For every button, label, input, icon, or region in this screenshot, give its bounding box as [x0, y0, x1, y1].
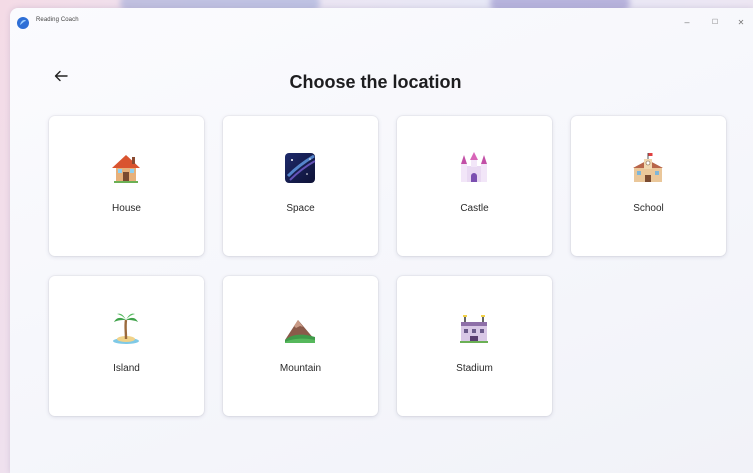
mountain-icon	[285, 320, 315, 343]
title-bar: Reading Coach – ☐ ✕	[10, 8, 753, 36]
app-window: Reading Coach – ☐ ✕ Choose the location …	[10, 8, 753, 473]
location-label: Mountain	[279, 363, 322, 374]
location-label: Space	[286, 203, 315, 214]
location-label: Island	[113, 363, 140, 374]
location-card-island[interactable]: Island	[49, 276, 204, 416]
location-label: Stadium	[456, 363, 493, 374]
minimize-icon: –	[684, 17, 690, 27]
minimize-button[interactable]: –	[677, 14, 697, 30]
close-button[interactable]: ✕	[731, 14, 751, 30]
location-label: School	[633, 203, 664, 214]
stadium-icon	[460, 315, 488, 343]
close-icon: ✕	[737, 17, 745, 27]
app-title: Reading Coach	[36, 17, 79, 23]
location-card-mountain[interactable]: Mountain	[223, 276, 378, 416]
location-card-castle[interactable]: Castle	[397, 116, 552, 256]
location-card-stadium[interactable]: Stadium	[397, 276, 552, 416]
maximize-icon: ☐	[711, 19, 719, 26]
location-card-house[interactable]: House	[49, 116, 204, 256]
castle-icon	[461, 152, 487, 182]
island-icon	[113, 313, 139, 344]
school-icon	[633, 153, 663, 182]
app-logo-icon	[17, 17, 29, 29]
maximize-button[interactable]: ☐	[705, 14, 725, 30]
space-icon	[285, 153, 316, 183]
location-label: Castle	[460, 203, 489, 214]
page-title: Choose the location	[289, 72, 462, 92]
location-card-school[interactable]: School	[571, 116, 726, 256]
location-card-space[interactable]: Space	[223, 116, 378, 256]
location-label: House	[112, 203, 141, 214]
house-icon	[112, 155, 140, 183]
